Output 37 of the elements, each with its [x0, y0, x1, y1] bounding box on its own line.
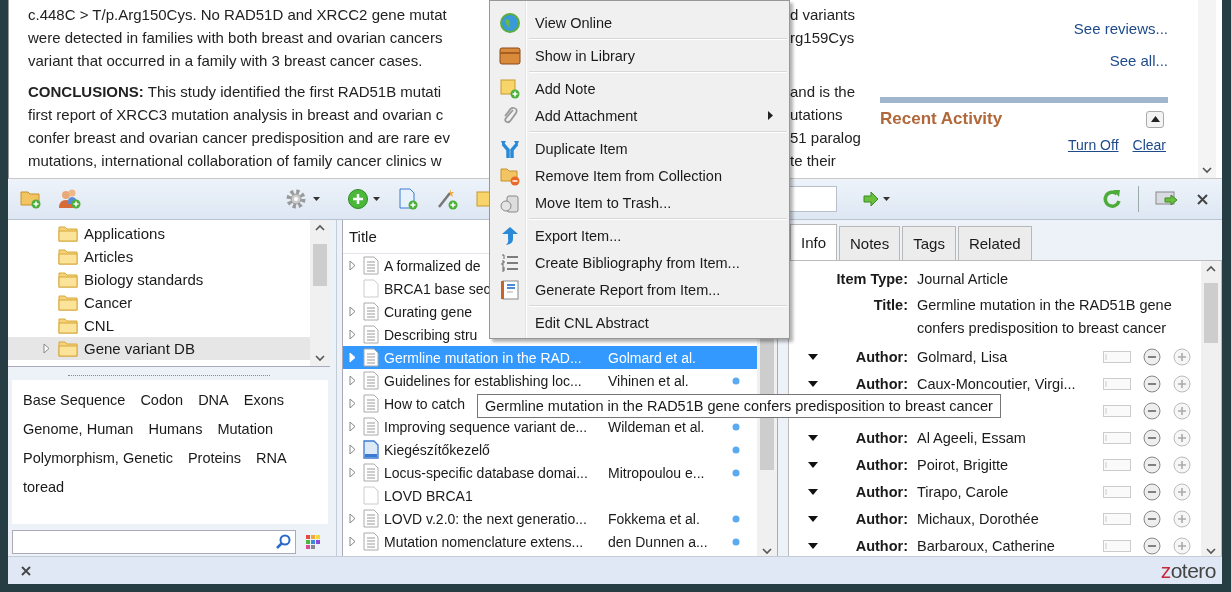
title-cell: BRCA1 base sec [384, 280, 491, 297]
title-cell: LOVD v.2.0: the next generatio... [384, 510, 587, 527]
title-cell: Curating gene [384, 303, 472, 320]
title-cell: How to catch [384, 395, 465, 412]
title-cell: A formalized de [384, 257, 481, 274]
abstract-text: confer breast and ovarian cancer predisposition and are rare ev [28, 128, 450, 148]
creator-cell: Vihinen et al. [608, 372, 689, 389]
abstract-text: were detected in families with both breast and ovarian cancers [28, 28, 443, 48]
creator-cell: Mitropoulou e... [608, 464, 705, 481]
creator-cell: Wildeman et al. [608, 418, 705, 435]
abstract-text: 51 paralog [790, 128, 861, 148]
abstract-text: variant that occurred in a family with 3 breast cancer cases. [28, 51, 423, 71]
title-cell: Kiegészítőkezelő [384, 441, 490, 458]
app-logo: zotero [1160, 558, 1216, 583]
title-cell: Improving sequence variant de... [384, 418, 588, 435]
title-cell: Mutation nomenclature extens... [384, 533, 584, 550]
abstract-text: te their [790, 151, 836, 171]
creator-cell: Golmard et al. [608, 349, 696, 366]
title-cell: Guidelines for establishing loc... [384, 372, 582, 389]
abstract-text: c.448C > T/p.Arg150Cys. No RAD51D and XRCC2 gene mutat [28, 5, 447, 25]
field-label: Title: [872, 296, 908, 316]
abstract-text: and is the [790, 82, 856, 102]
title-cell: Locus-specific database domai... [384, 464, 588, 481]
abstract-text: CONCLUSIONS: This study identified the first RAD51B mutati [28, 82, 442, 102]
abstract-text: mutations, international collaboration of family cancer clinics w [28, 151, 442, 171]
title-cell: LOVD BRCA1 [384, 487, 473, 504]
creator-cell: Fokkema et al. [608, 510, 700, 527]
abstract-text: utations [790, 105, 843, 125]
section-heading: Recent Activity [880, 109, 1003, 129]
abstract-text: rg159Cys [790, 28, 855, 48]
title-cell: Germline mutation in the RAD... [384, 349, 582, 366]
creator-cell: den Dunnen a... [608, 533, 708, 550]
abstract-text: d variants [790, 5, 856, 25]
abstract-text: first report of XRCC3 mutation analysis in breast and ovarian c [28, 105, 444, 125]
title-cell: Describing stru [384, 326, 478, 343]
tooltip: Germline mutation in the RAD51B gene confers predisposition to breast cancer [477, 394, 1001, 418]
field-label: Item Type: [835, 270, 908, 290]
